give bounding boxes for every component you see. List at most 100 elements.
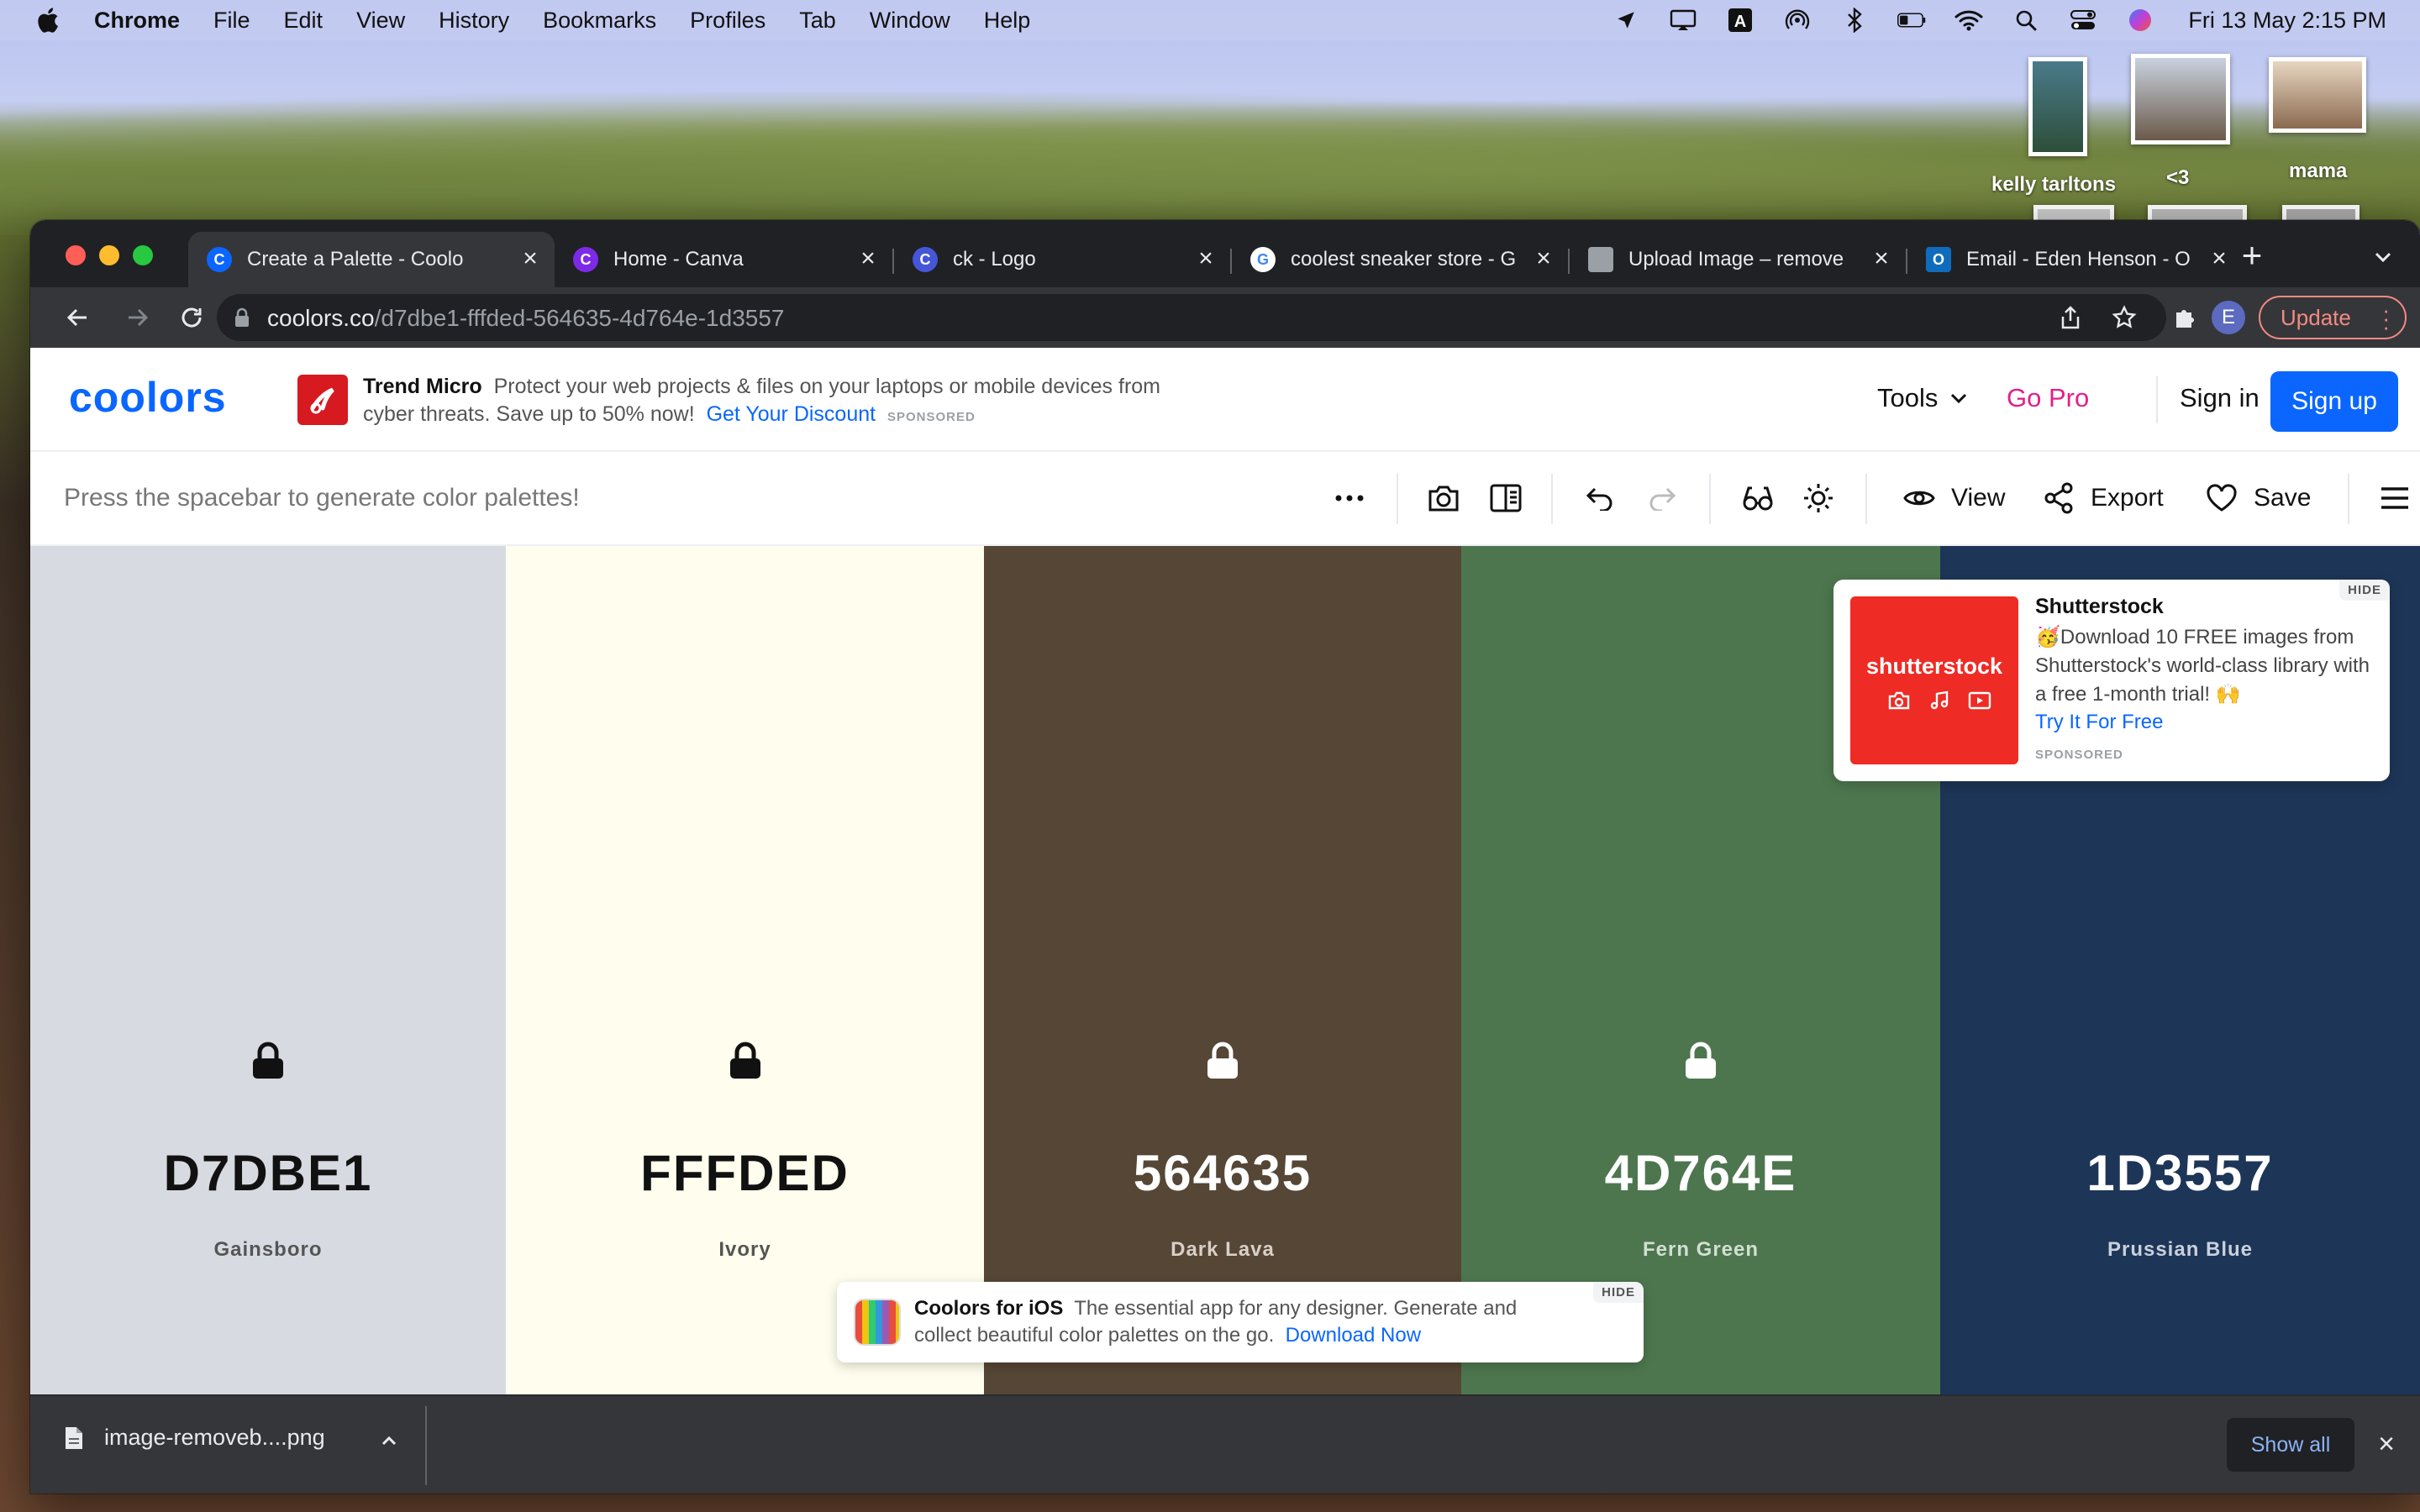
- desktop-photo-6[interactable]: [2282, 205, 2360, 222]
- apple-icon[interactable]: [34, 6, 60, 34]
- desktop-label-kelly[interactable]: kelly tarltons: [1991, 173, 2116, 197]
- close-window-button[interactable]: [66, 245, 86, 265]
- close-tab-icon[interactable]: ×: [1193, 246, 1218, 272]
- redo-button[interactable]: [1644, 479, 1681, 517]
- tab-removebg[interactable]: Upload Image – remove ×: [1570, 232, 1906, 287]
- view-split-button[interactable]: [1487, 479, 1524, 517]
- desktop-photo-4[interactable]: [2033, 205, 2114, 222]
- menu-clock[interactable]: Fri 13 May 2:15 PM: [2188, 8, 2386, 34]
- location-arrow-icon[interactable]: [1612, 8, 1640, 33]
- color-swatch-3[interactable]: 564635 Dark Lava: [984, 546, 1461, 1394]
- airdrop-icon[interactable]: [1783, 8, 1812, 33]
- tab-google-search[interactable]: G coolest sneaker store - G ×: [1232, 232, 1568, 287]
- close-tab-icon[interactable]: ×: [1531, 246, 1556, 272]
- undo-button[interactable]: [1581, 479, 1618, 517]
- coolors-logo[interactable]: coolors: [69, 373, 227, 422]
- tab-outlook-email[interactable]: O Email - Eden Henson - O ×: [1907, 232, 2244, 287]
- tab-canva-logo[interactable]: C ck - Logo ×: [894, 232, 1230, 287]
- control-center-icon[interactable]: [2069, 8, 2097, 33]
- color-name[interactable]: Fern Green: [1461, 1238, 1940, 1262]
- tab-search-chevron-icon[interactable]: [2368, 242, 2398, 272]
- spotlight-search-icon[interactable]: [2012, 8, 2040, 33]
- lock-icon[interactable]: [1683, 1042, 1718, 1080]
- desktop-label-heart[interactable]: <3: [2166, 166, 2189, 190]
- hamburger-menu-button[interactable]: [2376, 479, 2413, 517]
- ad-cta-link[interactable]: Get Your Discount: [707, 402, 876, 426]
- new-tab-button[interactable]: +: [2232, 237, 2272, 277]
- url-text[interactable]: coolors.co/d7dbe1-fffded-564635-4d764e-1…: [267, 305, 784, 332]
- profile-avatar[interactable]: E: [2212, 301, 2245, 334]
- close-download-bar-icon[interactable]: ×: [2370, 1428, 2403, 1462]
- reload-button[interactable]: [173, 299, 210, 336]
- address-bar[interactable]: coolors.co/d7dbe1-fffded-564635-4d764e-1…: [217, 294, 2166, 341]
- view-button[interactable]: View: [1901, 479, 2005, 517]
- desktop-photo-1[interactable]: [2028, 57, 2087, 156]
- screen-mirroring-icon[interactable]: [1669, 8, 1697, 33]
- download-item[interactable]: image-removeb....png: [64, 1425, 325, 1451]
- hide-banner-button[interactable]: HIDE: [1593, 1282, 1644, 1303]
- trend-micro-logo[interactable]: [297, 375, 348, 425]
- color-name[interactable]: Prussian Blue: [1940, 1238, 2420, 1262]
- desktop-photo-5[interactable]: [2148, 205, 2247, 222]
- update-button[interactable]: Update · · ·: [2259, 296, 2407, 339]
- bookmark-star-icon[interactable]: [2109, 302, 2139, 333]
- minimize-window-button[interactable]: [99, 245, 119, 265]
- menu-help[interactable]: Help: [984, 8, 1031, 34]
- download-now-link[interactable]: Download Now: [1286, 1324, 1421, 1347]
- shutterstock-ad-cta[interactable]: Try It For Free: [2035, 711, 2163, 734]
- more-menu-icon[interactable]: · · ·: [2382, 299, 2390, 338]
- desktop-photo-3[interactable]: [2269, 57, 2366, 133]
- back-button[interactable]: [59, 299, 96, 336]
- camera-button[interactable]: [1425, 479, 1462, 517]
- menu-window[interactable]: Window: [870, 8, 950, 34]
- show-all-downloads-button[interactable]: Show all: [2227, 1418, 2354, 1472]
- zoom-window-button[interactable]: [133, 245, 153, 265]
- save-button[interactable]: Save: [2203, 479, 2311, 517]
- wifi-icon[interactable]: [1954, 8, 1983, 33]
- header-ad[interactable]: Trend Micro Protect your web projects & …: [363, 373, 1203, 431]
- bluetooth-icon[interactable]: [1840, 8, 1869, 33]
- go-pro-link[interactable]: Go Pro: [2007, 383, 2089, 413]
- shutterstock-logo[interactable]: shutterstock: [1850, 596, 2018, 764]
- coolors-app-icon[interactable]: [854, 1299, 901, 1346]
- close-tab-icon[interactable]: ×: [855, 246, 881, 272]
- close-tab-icon[interactable]: ×: [2207, 246, 2232, 272]
- lock-icon[interactable]: [250, 1042, 286, 1080]
- color-name[interactable]: Dark Lava: [984, 1238, 1461, 1262]
- color-blindness-button[interactable]: [1739, 479, 1776, 517]
- color-hex-code[interactable]: 4D764E: [1461, 1144, 1940, 1202]
- input-source-icon[interactable]: A: [1726, 8, 1754, 33]
- close-tab-icon[interactable]: ×: [518, 246, 543, 272]
- menu-app-name[interactable]: Chrome: [94, 8, 180, 34]
- tab-canva-home[interactable]: C Home - Canva ×: [555, 232, 892, 287]
- sign-in-link[interactable]: Sign in: [2180, 383, 2260, 413]
- desktop-label-mama[interactable]: mama: [2289, 160, 2347, 183]
- ios-app-banner[interactable]: Coolors for iOS The essential app for an…: [837, 1282, 1644, 1362]
- menu-file[interactable]: File: [213, 8, 250, 34]
- chevron-up-icon[interactable]: [376, 1428, 402, 1453]
- menu-history[interactable]: History: [439, 8, 509, 34]
- menu-bookmarks[interactable]: Bookmarks: [543, 8, 656, 34]
- siri-icon[interactable]: [2126, 8, 2154, 33]
- battery-icon[interactable]: [1897, 8, 1926, 33]
- menu-profiles[interactable]: Profiles: [690, 8, 765, 34]
- color-hex-code[interactable]: 1D3557: [1940, 1144, 2420, 1202]
- tools-menu[interactable]: Tools: [1877, 383, 1970, 413]
- color-hex-code[interactable]: FFFDED: [506, 1144, 984, 1202]
- color-name[interactable]: Gainsboro: [30, 1238, 506, 1262]
- extensions-puzzle-icon[interactable]: [2166, 299, 2203, 336]
- shutterstock-ad[interactable]: shutterstock Shutterstock 🥳Download 10 F…: [1833, 580, 2390, 781]
- sign-up-button[interactable]: Sign up: [2270, 371, 2398, 432]
- color-hex-code[interactable]: D7DBE1: [30, 1144, 506, 1202]
- menu-tab[interactable]: Tab: [799, 8, 836, 34]
- tab-coolors[interactable]: C Create a Palette - Coolo ×: [188, 232, 555, 287]
- menu-view[interactable]: View: [356, 8, 405, 34]
- color-swatch-2[interactable]: FFFDED Ivory: [506, 546, 984, 1394]
- color-hex-code[interactable]: 564635: [984, 1144, 1461, 1202]
- close-tab-icon[interactable]: ×: [1869, 246, 1894, 272]
- lock-icon[interactable]: [728, 1042, 763, 1080]
- share-icon[interactable]: [2055, 302, 2086, 333]
- menu-edit[interactable]: Edit: [284, 8, 324, 34]
- adjust-palette-button[interactable]: [1800, 479, 1837, 517]
- export-button[interactable]: Export: [2040, 479, 2164, 517]
